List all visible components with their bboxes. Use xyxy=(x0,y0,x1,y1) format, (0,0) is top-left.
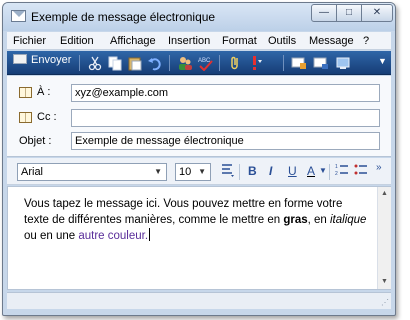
scroll-down-icon[interactable]: ▼ xyxy=(378,275,391,289)
body-text-part: , en xyxy=(307,214,330,226)
close-button[interactable]: ✕ xyxy=(362,4,393,22)
window-title: Exemple de message électronique xyxy=(31,10,216,24)
message-window: Exemple de message électronique — □ ✕ Fi… xyxy=(2,2,396,316)
menu-format[interactable]: Format xyxy=(222,35,257,47)
mail-app-icon xyxy=(11,10,26,22)
send-button[interactable]: Envoyer xyxy=(13,54,71,72)
bullet-list-icon[interactable] xyxy=(354,163,368,180)
paste-icon[interactable] xyxy=(127,55,143,71)
resize-grip-icon[interactable]: ⋰ xyxy=(381,298,389,307)
to-field[interactable]: xyz@example.com xyxy=(71,84,380,102)
status-bar: ⋰ xyxy=(7,292,391,309)
chevron-down-icon: ▼ xyxy=(198,167,206,176)
offline-icon[interactable] xyxy=(335,55,351,71)
subject-label: Objet : xyxy=(19,135,52,147)
toolbar-separator xyxy=(79,55,80,71)
scroll-up-icon[interactable]: ▲ xyxy=(378,187,391,201)
minimize-button[interactable]: — xyxy=(311,4,337,22)
menu-bar: Fichier Edition Affichage Insertion Form… xyxy=(7,32,391,50)
toolbar-separator xyxy=(219,55,220,71)
to-label[interactable]: À : xyxy=(37,86,50,98)
encrypt-icon[interactable] xyxy=(313,55,329,71)
cc-field[interactable] xyxy=(71,109,380,127)
underline-button[interactable]: U xyxy=(288,164,297,178)
message-body-editor[interactable]: Vous tapez le message ici. Vous pouvez m… xyxy=(7,186,391,290)
menu-message[interactable]: Message xyxy=(309,35,354,47)
menu-outils[interactable]: Outils xyxy=(268,35,296,47)
send-envelope-icon xyxy=(13,54,27,64)
format-separator xyxy=(329,164,330,180)
send-button-label: Envoyer xyxy=(31,54,72,66)
bold-text: gras xyxy=(283,214,308,226)
font-color-button[interactable]: A xyxy=(307,164,315,178)
svg-text:2: 2 xyxy=(335,171,338,177)
title-bar[interactable]: Exemple de message électronique — □ ✕ xyxy=(3,3,395,31)
sign-icon[interactable] xyxy=(291,55,307,71)
priority-icon[interactable] xyxy=(247,55,263,71)
font-size-select[interactable]: 10 ▼ xyxy=(175,163,211,181)
main-toolbar: Envoyer ABC ▼ xyxy=(7,51,391,75)
body-text-end: . xyxy=(144,230,149,242)
spellcheck-icon[interactable]: ABC xyxy=(197,55,213,72)
copy-icon[interactable] xyxy=(107,55,123,71)
svg-text:1: 1 xyxy=(335,164,338,170)
vertical-scrollbar[interactable]: ▲ ▼ xyxy=(377,187,391,289)
menu-edition[interactable]: Edition xyxy=(60,35,94,47)
address-book-icon[interactable] xyxy=(19,87,32,98)
contacts-icon[interactable] xyxy=(177,55,193,71)
bold-button[interactable]: B xyxy=(248,164,257,178)
toolbar-separator xyxy=(283,55,284,71)
font-family-select[interactable]: Arial ▼ xyxy=(17,163,167,181)
font-family-value: Arial xyxy=(21,166,44,178)
maximize-button[interactable]: □ xyxy=(337,4,362,22)
cut-icon[interactable] xyxy=(87,55,103,71)
text-caret xyxy=(149,228,151,241)
body-text-part: ou en une xyxy=(24,230,79,242)
message-header-fields: À : xyz@example.com Cc : Objet : Exemple… xyxy=(7,76,391,157)
menu-insertion[interactable]: Insertion xyxy=(168,35,210,47)
menu-help[interactable]: ? xyxy=(363,35,369,47)
address-book-icon[interactable] xyxy=(19,112,32,123)
menu-affichage[interactable]: Affichage xyxy=(110,35,156,47)
format-separator xyxy=(239,164,240,180)
font-size-value: 10 xyxy=(179,166,192,178)
italic-text: italique xyxy=(330,214,367,226)
more-formatting-icon[interactable]: » xyxy=(376,162,382,173)
chevron-down-icon[interactable]: ▼ xyxy=(319,166,327,175)
chevron-down-icon: ▼ xyxy=(154,167,162,176)
subject-field[interactable]: Exemple de message électronique xyxy=(71,132,380,150)
italic-button[interactable]: I xyxy=(269,164,272,178)
colored-text: autre couleur xyxy=(78,230,145,242)
paragraph-style-icon[interactable] xyxy=(221,162,235,181)
menu-fichier[interactable]: Fichier xyxy=(13,35,46,47)
formatting-toolbar: Arial ▼ 10 ▼ B I U A ▼ 12 » xyxy=(7,158,391,185)
cc-label[interactable]: Cc : xyxy=(37,111,57,123)
undo-icon[interactable] xyxy=(147,55,163,71)
toolbar-separator xyxy=(169,55,170,71)
numbered-list-icon[interactable]: 12 xyxy=(335,163,349,180)
toolbar-overflow-icon[interactable]: ▼ xyxy=(378,56,387,66)
attach-icon[interactable] xyxy=(227,55,243,71)
message-body-text[interactable]: Vous tapez le message ici. Vous pouvez m… xyxy=(24,196,369,244)
